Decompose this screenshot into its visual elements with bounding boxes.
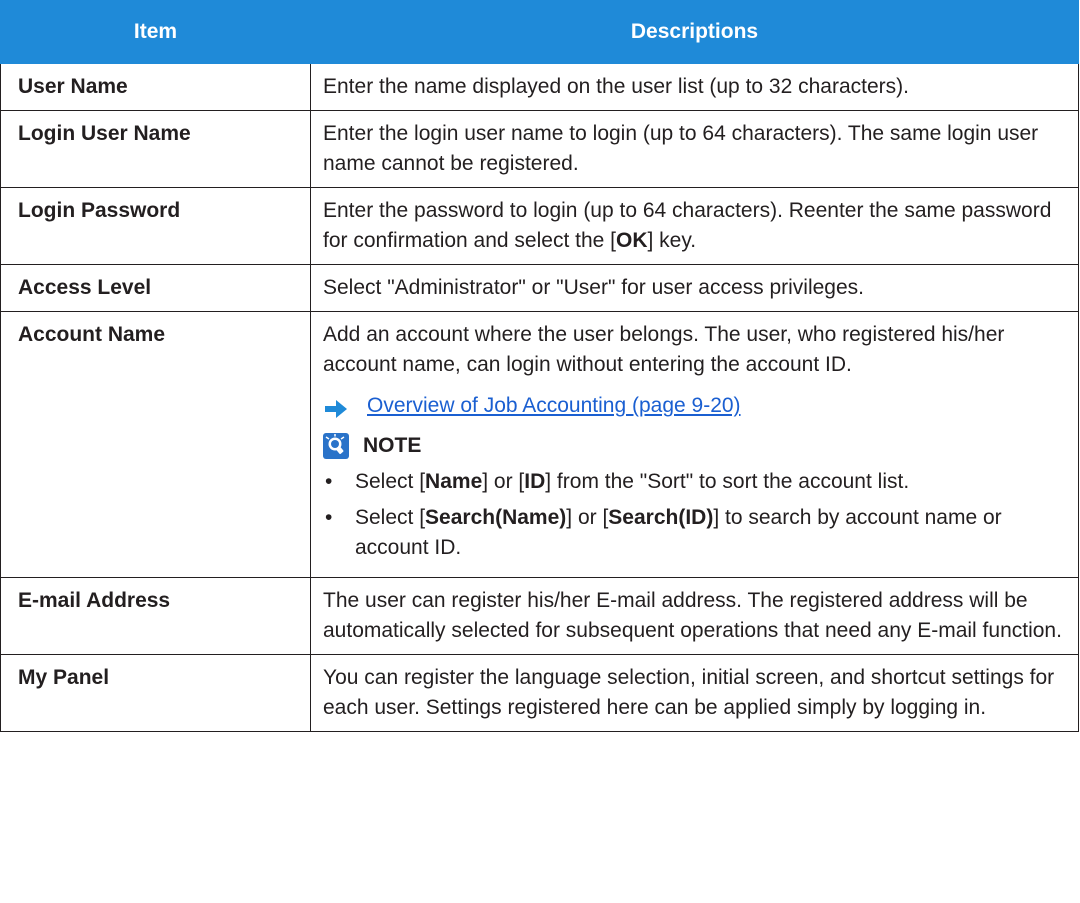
row-item: Account Name: [0, 311, 311, 578]
note-list: • Select [Name] or [ID] from the "Sort" t…: [323, 467, 1066, 563]
table-row: Access Level Select "Administrator" or "…: [0, 264, 1079, 312]
key-name: Name: [425, 470, 483, 493]
description-text: ] key.: [647, 229, 697, 252]
ok-key-label: OK: [616, 229, 648, 252]
row-description: Add an account where the user belongs. T…: [310, 311, 1079, 578]
row-item: Access Level: [0, 264, 311, 312]
column-header-item: Item: [0, 0, 311, 64]
lightbulb-note-icon: [323, 433, 349, 459]
table-row: Login Password Enter the password to log…: [0, 187, 1079, 265]
note-label: NOTE: [363, 434, 422, 457]
row-item: Login User Name: [0, 110, 311, 188]
table-header-row: Item Descriptions: [0, 0, 1079, 64]
row-item: E-mail Address: [0, 577, 311, 655]
cross-reference: Overview of Job Accounting (page 9-20): [323, 391, 1066, 421]
table-row: Login User Name Enter the login user nam…: [0, 110, 1079, 188]
row-item: My Panel: [0, 654, 311, 732]
column-header-descriptions: Descriptions: [310, 0, 1079, 64]
row-description: Select "Administrator" or "User" for use…: [310, 264, 1079, 312]
table-row: E-mail Address The user can register his…: [0, 577, 1079, 655]
note-item: • Select [Name] or [ID] from the "Sort" t…: [325, 470, 910, 493]
table-row: User Name Enter the name displayed on th…: [0, 63, 1079, 111]
table-row: My Panel You can register the language s…: [0, 654, 1079, 732]
row-description: Enter the login user name to login (up t…: [310, 110, 1079, 188]
key-search-name: Search(Name): [425, 506, 567, 529]
row-description: The user can register his/her E-mail add…: [310, 577, 1079, 655]
job-accounting-link[interactable]: Overview of Job Accounting (page 9-20): [367, 391, 741, 421]
row-description: Enter the password to login (up to 64 ch…: [310, 187, 1079, 265]
row-description: Enter the name displayed on the user lis…: [310, 63, 1079, 111]
key-search-id: Search(ID): [608, 506, 714, 529]
row-item: Login Password: [0, 187, 311, 265]
key-id: ID: [524, 470, 546, 493]
settings-table: Item Descriptions User Name Enter the na…: [0, 0, 1079, 732]
note-heading: NOTE: [323, 431, 1066, 461]
arrow-right-icon: [325, 397, 347, 418]
note-item: • Select [Search(Name)] or [Search(ID)] t…: [325, 506, 1002, 559]
table-row: Account Name Add an account where the us…: [0, 311, 1079, 578]
description-text: Add an account where the user belongs. T…: [323, 323, 1005, 376]
row-item: User Name: [0, 63, 311, 111]
row-description: You can register the language selection,…: [310, 654, 1079, 732]
